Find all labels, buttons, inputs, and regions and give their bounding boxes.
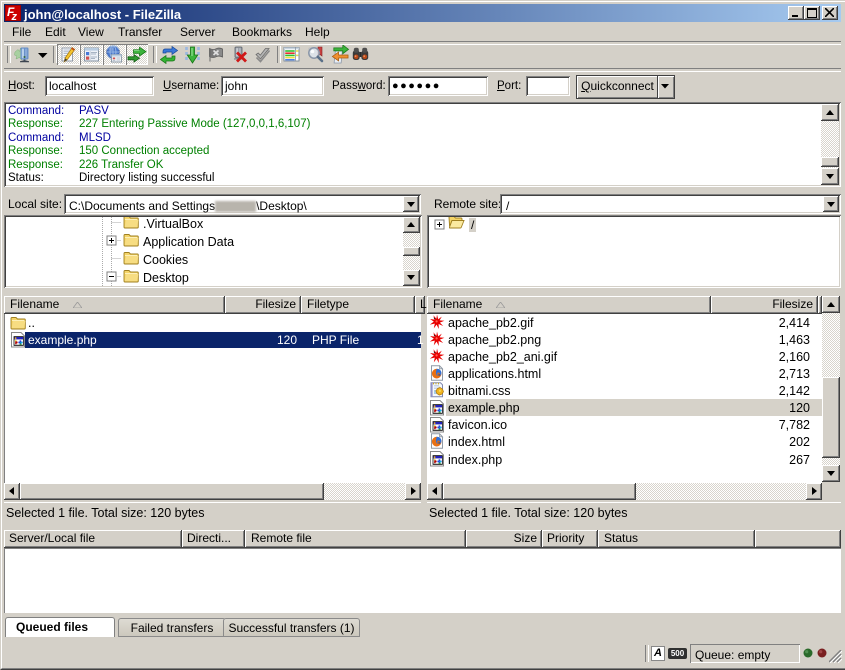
svg-text:z: z xyxy=(11,11,18,21)
